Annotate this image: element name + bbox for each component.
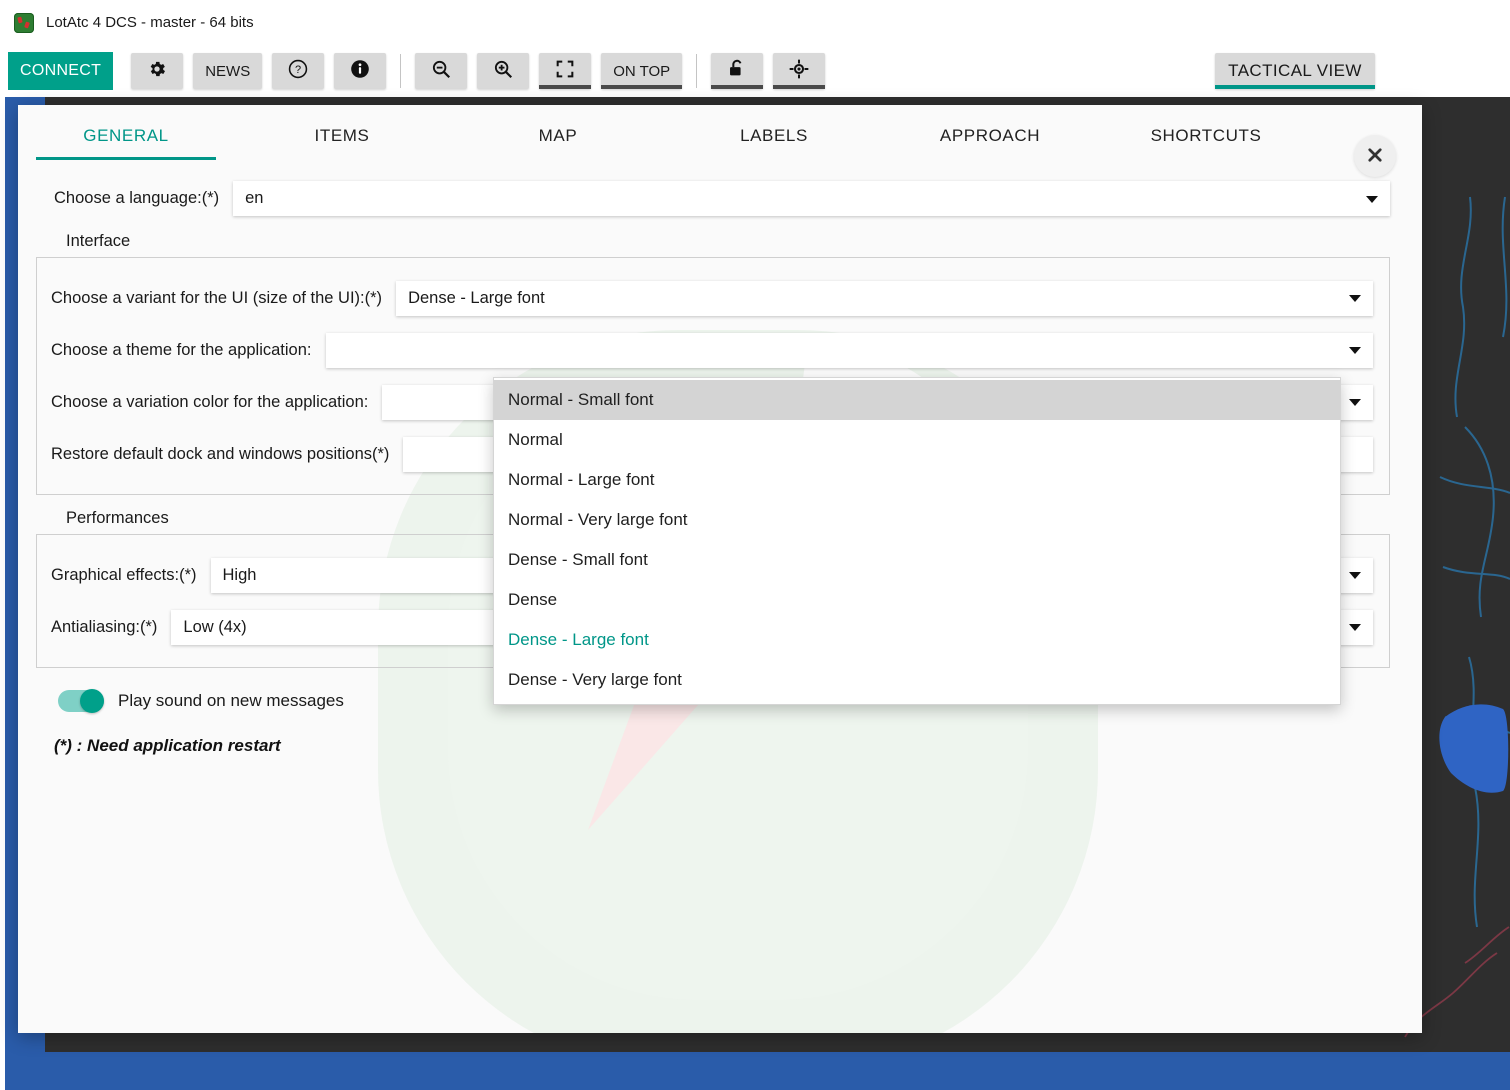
dialog-tab-bar: GENERAL ITEMS MAP LABELS APPROACH SHORTC… (18, 105, 1422, 177)
variation-color-label: Choose a variation color for the applica… (51, 392, 369, 411)
zoom-out-button[interactable] (415, 53, 468, 89)
interface-group-title: Interface (66, 232, 131, 250)
close-x-icon (1366, 146, 1384, 167)
zoom-in-icon (492, 58, 514, 84)
toolbar-separator-1 (400, 54, 402, 88)
connect-button[interactable]: CONNECT (8, 52, 114, 90)
window-title: LotAtc 4 DCS - master - 64 bits (46, 14, 254, 31)
settings-dialog: GENERAL ITEMS MAP LABELS APPROACH SHORTC… (18, 105, 1422, 1033)
on-top-button-label: ON TOP (613, 62, 671, 80)
chevron-down-icon (1349, 624, 1361, 631)
application-window: LotAtc 4 DCS - master - 64 bits CONNECT … (0, 0, 1510, 1090)
dropdown-option[interactable]: Dense (494, 580, 1340, 620)
help-button[interactable]: ? (272, 53, 325, 89)
graphical-effects-select-value: High (222, 565, 257, 584)
dropdown-option[interactable]: Dense - Small font (494, 540, 1340, 580)
chevron-down-icon (1349, 347, 1361, 354)
ui-variant-select-value: Dense - Large font (408, 288, 545, 307)
tab-items[interactable]: ITEMS (234, 125, 450, 160)
question-mark-circle-icon: ? (287, 58, 309, 84)
info-circle-icon (349, 58, 371, 84)
lock-active-underline (711, 85, 764, 89)
center-map-active-underline (773, 85, 826, 89)
dropdown-option[interactable]: Dense - Large font (494, 620, 1340, 660)
app-logo-icon (14, 12, 34, 33)
dropdown-option[interactable]: Dense - Very large font (494, 660, 1340, 700)
chevron-down-icon (1349, 295, 1361, 302)
news-button[interactable]: NEWS (193, 53, 263, 89)
settings-button[interactable] (131, 53, 184, 89)
center-map-button[interactable] (773, 53, 826, 89)
on-top-active-underline (601, 85, 683, 89)
dropdown-option[interactable]: Normal - Small font (494, 380, 1340, 420)
dropdown-option[interactable]: Normal - Very large font (494, 500, 1340, 540)
svg-text:?: ? (295, 64, 301, 76)
tactical-view-button[interactable]: TACTICAL VIEW (1215, 53, 1375, 89)
gear-icon (147, 59, 167, 83)
crosshair-target-icon (788, 58, 810, 84)
restore-dock-label: Restore default dock and windows positio… (51, 444, 390, 463)
language-row: Choose a language:(*) en (36, 181, 1390, 216)
tab-items-label: ITEMS (314, 126, 370, 145)
tab-approach[interactable]: APPROACH (882, 125, 1098, 160)
chevron-down-icon (1349, 399, 1361, 406)
ui-variant-select[interactable]: Dense - Large font (396, 280, 1373, 316)
fullscreen-button[interactable] (539, 53, 592, 89)
play-sound-toggle[interactable] (58, 689, 104, 713)
play-sound-label: Play sound on new messages (118, 691, 344, 710)
theme-row: Choose a theme for the application: (51, 324, 1373, 376)
antialiasing-label: Antialiasing:(*) (51, 617, 158, 636)
toggle-knob (80, 689, 104, 713)
toolbar-separator-2 (696, 54, 698, 88)
tab-map[interactable]: MAP (450, 125, 666, 160)
unlock-icon (726, 58, 748, 84)
info-button[interactable] (334, 53, 387, 89)
lock-button[interactable] (711, 53, 764, 89)
antialiasing-select-value: Low (4x) (183, 617, 247, 636)
fullscreen-active-underline (539, 85, 592, 89)
restart-required-note: (*) : Need application restart (54, 736, 281, 755)
theme-label: Choose a theme for the application: (51, 340, 312, 359)
news-button-label: NEWS (205, 62, 251, 80)
tab-general[interactable]: GENERAL (18, 125, 234, 160)
ui-variant-dropdown-popup[interactable]: Normal - Small font Normal Normal - Larg… (493, 377, 1341, 705)
main-toolbar: CONNECT NEWS ? ON TOP TACTICAL VIEW (0, 45, 1510, 97)
chevron-down-icon (1366, 195, 1378, 203)
ui-variant-row: Choose a variant for the UI (size of the… (51, 272, 1373, 324)
dropdown-option[interactable]: Normal - Large font (494, 460, 1340, 500)
ui-variant-label: Choose a variant for the UI (size of the… (51, 288, 383, 307)
dropdown-option[interactable]: Normal (494, 420, 1340, 460)
fullscreen-icon (554, 58, 576, 84)
zoom-out-icon (430, 58, 452, 84)
graphical-effects-label: Graphical effects:(*) (51, 565, 197, 584)
tab-shortcuts-label: SHORTCUTS (1150, 126, 1262, 145)
language-label: Choose a language:(*) (54, 189, 220, 207)
tab-labels-label: LABELS (740, 126, 808, 145)
on-top-button[interactable]: ON TOP (601, 53, 683, 89)
title-bar: LotAtc 4 DCS - master - 64 bits (0, 0, 1510, 45)
tactical-view-active-underline (1215, 85, 1375, 89)
tab-map-label: MAP (538, 126, 578, 145)
tab-general-label: GENERAL (83, 126, 169, 145)
theme-select[interactable] (325, 332, 1373, 368)
language-select[interactable]: en (233, 181, 1390, 216)
tactical-view-button-label: TACTICAL VIEW (1228, 61, 1362, 80)
chevron-down-icon (1349, 572, 1361, 579)
connect-button-label: CONNECT (20, 62, 102, 79)
tab-approach-label: APPROACH (939, 126, 1041, 145)
tab-labels[interactable]: LABELS (666, 125, 882, 160)
tab-shortcuts[interactable]: SHORTCUTS (1098, 125, 1314, 160)
zoom-in-button[interactable] (477, 53, 530, 89)
language-select-value: en (245, 189, 264, 207)
